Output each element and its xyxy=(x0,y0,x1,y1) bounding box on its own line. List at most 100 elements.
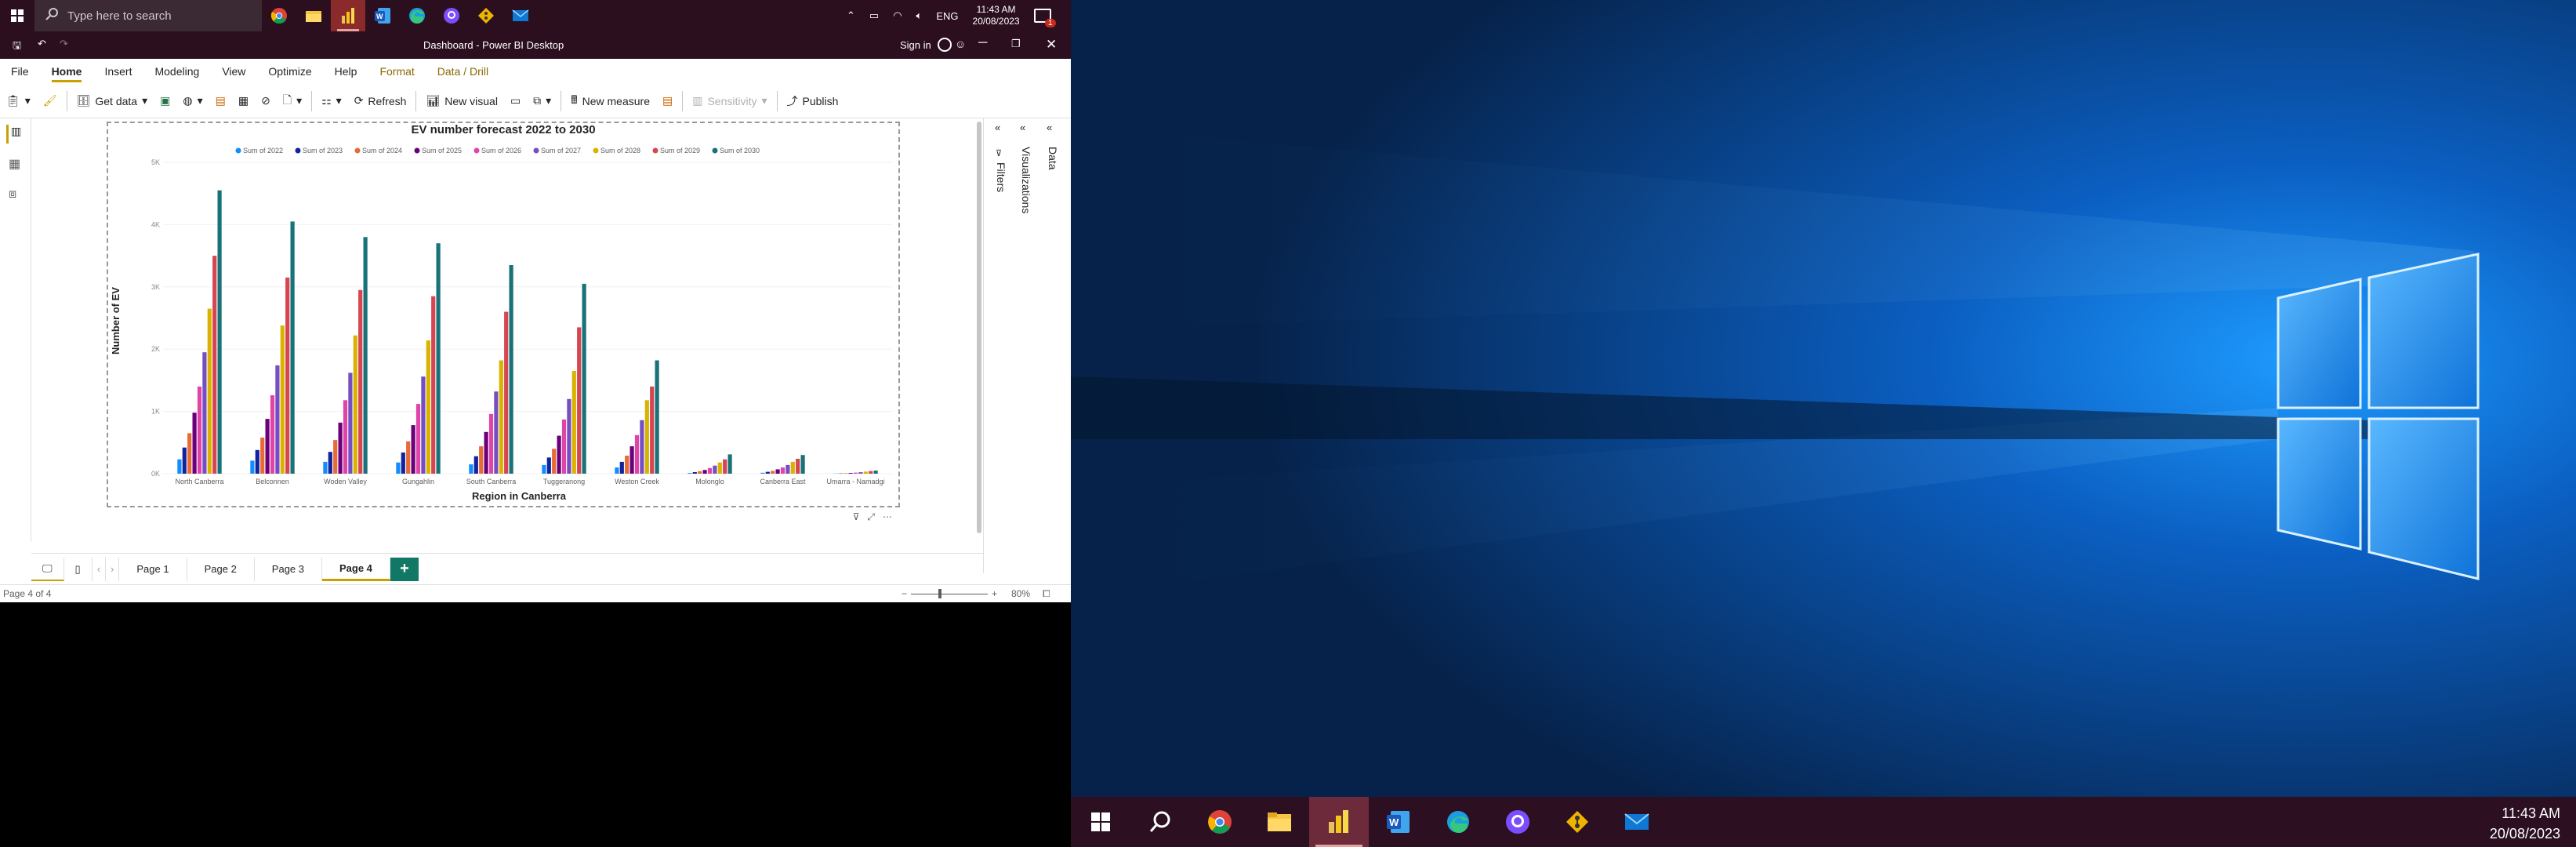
bar[interactable] xyxy=(552,449,557,474)
filter-icon[interactable]: ⊽ xyxy=(853,511,860,523)
report-view-icon[interactable]: ▥ xyxy=(6,125,25,144)
collapse-visualizations-icon[interactable]: « xyxy=(1020,122,1025,133)
zoom-out-icon[interactable]: − xyxy=(902,588,907,599)
page-tab-1[interactable]: Page 1 xyxy=(119,557,187,581)
tab-optimize[interactable]: Optimize xyxy=(268,60,311,82)
bar[interactable] xyxy=(499,360,503,474)
sensitivity-button[interactable]: ▥ Sensitivity ▾ xyxy=(686,89,773,114)
word-icon[interactable]: W xyxy=(365,0,400,31)
bar[interactable] xyxy=(785,464,790,474)
excel-button[interactable]: ▣ xyxy=(154,89,176,114)
bar[interactable] xyxy=(780,467,785,474)
bar[interactable] xyxy=(765,471,770,474)
bar[interactable] xyxy=(207,308,212,474)
mail-icon[interactable] xyxy=(1607,797,1667,847)
bar[interactable] xyxy=(494,391,499,474)
legend-item[interactable]: Sum of 2026 xyxy=(481,147,521,154)
bar[interactable] xyxy=(796,458,800,474)
emoji-feedback-icon[interactable]: ☺ xyxy=(955,38,966,50)
bar[interactable] xyxy=(844,473,848,474)
legend-item[interactable]: Sum of 2027 xyxy=(541,147,581,154)
bar[interactable] xyxy=(790,461,795,474)
bar[interactable] xyxy=(619,461,624,474)
close-icon[interactable]: ✕ xyxy=(1046,37,1057,53)
bar[interactable] xyxy=(202,352,207,474)
visualizations-pane-label[interactable]: Visualizations xyxy=(1020,147,1032,213)
bar[interactable] xyxy=(290,221,295,474)
get-data-button[interactable]: 🗄︎ Get data ▾ xyxy=(71,89,154,114)
text-box-button[interactable]: ▭ xyxy=(504,89,527,114)
bar[interactable] xyxy=(727,454,732,474)
sign-in-link[interactable]: Sign in xyxy=(900,39,931,51)
bar[interactable] xyxy=(401,453,405,474)
bar[interactable] xyxy=(421,376,426,474)
bar[interactable] xyxy=(333,440,338,474)
bar[interactable] xyxy=(217,190,222,474)
bar[interactable] xyxy=(426,340,430,474)
dataverse-button[interactable]: ⊘ xyxy=(255,89,277,114)
bar[interactable] xyxy=(707,467,713,474)
bar[interactable] xyxy=(848,473,853,474)
tab-file[interactable]: File xyxy=(11,60,29,82)
bar[interactable] xyxy=(212,256,217,474)
legend-item[interactable]: Sum of 2024 xyxy=(362,147,402,154)
git-app-icon[interactable] xyxy=(469,0,503,31)
bar[interactable] xyxy=(484,431,488,474)
page-tab-3[interactable]: Page 3 xyxy=(255,557,322,581)
save-icon[interactable]: 🖫︎ xyxy=(13,38,21,56)
bar[interactable] xyxy=(800,455,805,474)
mobile-layout-icon[interactable]: ▯ xyxy=(64,557,93,581)
taskbar-search[interactable]: Type here to search xyxy=(34,0,262,31)
zoom-in-icon[interactable]: + xyxy=(992,588,997,599)
bar[interactable] xyxy=(650,386,655,474)
legend-item[interactable]: Sum of 2022 xyxy=(243,147,283,154)
file-explorer-icon[interactable] xyxy=(296,0,331,31)
bar[interactable] xyxy=(265,419,270,474)
add-page-button[interactable]: + xyxy=(390,557,419,581)
tab-home[interactable]: Home xyxy=(51,60,82,82)
tab-help[interactable]: Help xyxy=(335,60,357,82)
start-icon[interactable] xyxy=(0,0,34,31)
bar[interactable] xyxy=(348,373,353,474)
bar[interactable] xyxy=(561,419,567,474)
bar[interactable] xyxy=(629,446,634,474)
bar[interactable] xyxy=(723,459,727,474)
collapse-data-icon[interactable]: « xyxy=(1047,122,1052,133)
bar[interactable] xyxy=(571,370,576,474)
legend-item[interactable]: Sum of 2023 xyxy=(303,147,343,154)
bar[interactable] xyxy=(688,473,692,474)
bar[interactable] xyxy=(396,462,401,474)
bar[interactable] xyxy=(698,471,702,474)
tab-view[interactable]: View xyxy=(222,60,245,82)
bar[interactable] xyxy=(634,434,640,474)
bar[interactable] xyxy=(509,265,513,474)
transform-data-button[interactable]: ⚏ ▾ xyxy=(315,89,348,114)
language-indicator[interactable]: ENG xyxy=(936,10,958,22)
bar[interactable] xyxy=(771,471,775,474)
bar[interactable] xyxy=(869,471,873,474)
bar[interactable] xyxy=(582,283,586,474)
bar[interactable] xyxy=(853,472,858,474)
bar[interactable] xyxy=(858,472,863,474)
sql-button[interactable]: ▤ xyxy=(209,89,232,114)
bar[interactable] xyxy=(270,394,275,474)
mail-icon[interactable] xyxy=(503,0,538,31)
search-icon[interactable] xyxy=(1130,797,1190,847)
bar[interactable] xyxy=(702,470,707,474)
enter-data-button[interactable]: ▦ xyxy=(232,89,255,114)
bar[interactable] xyxy=(197,386,202,474)
table-view-icon[interactable]: ▦ xyxy=(9,156,20,172)
bar[interactable] xyxy=(557,435,561,474)
volume-icon[interactable]: 🔈︎ xyxy=(916,9,923,22)
focus-mode-icon[interactable]: ⤢ xyxy=(867,511,875,523)
collapse-filters-icon[interactable]: « xyxy=(995,122,1000,133)
legend-item[interactable]: Sum of 2028 xyxy=(600,147,640,154)
bar[interactable] xyxy=(436,243,441,474)
quick-measure-button[interactable]: ▤ xyxy=(656,89,679,114)
bar[interactable] xyxy=(473,456,478,474)
bar[interactable] xyxy=(338,422,343,474)
powerbi-icon[interactable] xyxy=(1309,797,1369,847)
bar[interactable] xyxy=(363,237,368,474)
restore-icon[interactable]: ❐ xyxy=(1011,38,1021,50)
edge-icon[interactable] xyxy=(1428,797,1488,847)
